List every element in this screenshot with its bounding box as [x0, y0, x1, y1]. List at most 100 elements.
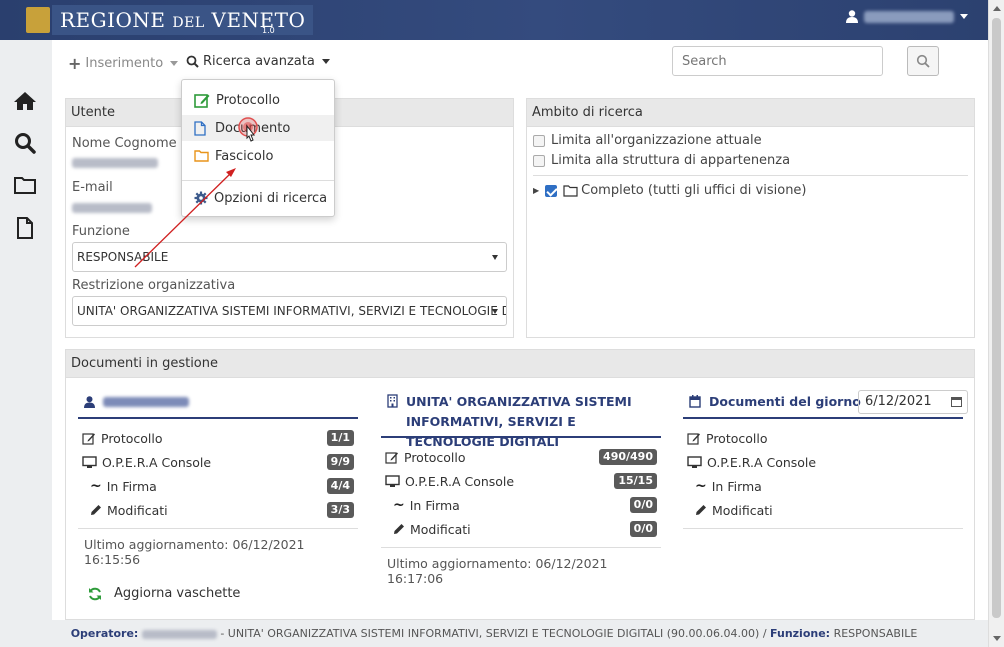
user-docs-column: Protocollo 1/1 O.P.E.R.A Console 9/9 ~ In… — [78, 386, 358, 567]
monitor-icon — [82, 455, 97, 468]
user-menu[interactable] — [846, 10, 968, 23]
inserimento-label: Inserimento — [85, 56, 164, 71]
menu-item-opzioni[interactable]: Opzioni di ricerca — [182, 185, 334, 211]
ambito-panel: Ambito di ricerca Limita all'organizzazi… — [526, 98, 975, 338]
date-value: 6/12/2021 — [865, 394, 932, 409]
signature-icon: ~ — [695, 478, 707, 494]
vertical-scrollbar[interactable] — [988, 0, 1004, 647]
footer-unit: - UNITA' ORGANIZZATIVA SISTEMI INFORMATI… — [220, 627, 767, 640]
search-icon[interactable] — [12, 130, 38, 156]
col2-protocollo-row[interactable]: Protocollo 490/490 — [385, 445, 661, 469]
edit-icon — [82, 432, 95, 445]
user-name-blurred — [864, 10, 954, 23]
nome-label: Nome Cognome — [72, 136, 177, 151]
divider — [182, 180, 334, 181]
menu-item-fascicolo[interactable]: Fascicolo — [182, 143, 334, 169]
col1-updated: Ultimo aggiornamento: 06/12/2021 16:15:5… — [84, 537, 305, 567]
unit-docs-column: UNITA' ORGANIZZATIVA SISTEMI INFORMATIVI… — [381, 386, 661, 586]
ricerca-avanzata-label: Ricerca avanzata — [203, 54, 315, 69]
pencil-icon — [394, 524, 404, 534]
scroll-down-icon[interactable] — [993, 636, 1001, 641]
monitor-icon — [687, 455, 702, 468]
unit-docs-title: UNITA' ORGANIZZATIVA SISTEMI INFORMATIVI… — [406, 394, 632, 449]
search-button[interactable] — [907, 46, 939, 76]
footer-funzione-value: RESPONSABILE — [833, 627, 918, 640]
ambito-title: Ambito di ricerca — [527, 99, 974, 127]
document-icon[interactable] — [12, 215, 38, 241]
inserimento-menu[interactable]: + Inserimento — [68, 54, 179, 73]
pencil-icon — [91, 505, 101, 515]
col1-firma-row[interactable]: ~ In Firma 4/4 — [82, 474, 358, 498]
folder-icon — [563, 184, 578, 197]
unit-docs-header: UNITA' ORGANIZZATIVA SISTEMI INFORMATIVI… — [381, 386, 661, 449]
edit-icon — [194, 93, 210, 108]
col3-protocollo-row[interactable]: Protocollo — [687, 426, 963, 450]
app-version: 1.0 — [262, 26, 275, 35]
brand-end: VENETO — [211, 8, 306, 32]
signature-icon: ~ — [90, 478, 102, 494]
tree-completo[interactable]: ▶ Completo (tutti gli uffici di visione) — [533, 183, 807, 198]
folder-icon — [194, 150, 209, 162]
operatore-name-blurred — [141, 629, 217, 639]
col1-modificati-row[interactable]: Modificati 3/3 — [82, 498, 358, 522]
caret-down-icon — [492, 255, 498, 260]
folder-icon[interactable] — [12, 172, 38, 198]
refresh-label: Aggiorna vaschette — [114, 586, 241, 601]
top-bar: REGIONE DEL VENETO 1.0 — [0, 0, 988, 40]
limita-struttura[interactable]: Limita alla struttura di appartenenza — [533, 153, 790, 168]
count-badge: 9/9 — [326, 454, 354, 470]
col3-modificati-row[interactable]: Modificati — [687, 498, 963, 522]
col3-firma-row[interactable]: ~ In Firma — [687, 474, 963, 498]
user-name-blurred — [103, 396, 189, 407]
date-picker[interactable]: 6/12/2021 — [858, 390, 968, 414]
checkbox-checked[interactable] — [545, 184, 558, 197]
status-footer: Operatore: - UNITA' ORGANIZZATIVA SISTEM… — [0, 620, 988, 647]
limita-organizzazione[interactable]: Limita all'organizzazione attuale — [533, 133, 762, 148]
brand-main: REGIONE — [60, 8, 166, 32]
user-icon — [846, 10, 858, 23]
day-docs-column: Documenti del giorno 6/12/2021 Protocoll… — [683, 386, 968, 529]
restrizione-select[interactable]: UNITA' ORGANIZZATIVA SISTEMI INFORMATIVI… — [72, 296, 507, 326]
user-icon — [84, 395, 95, 408]
funzione-label: Funzione — [72, 224, 130, 239]
nome-value-blurred — [72, 158, 158, 168]
col1-protocollo-row[interactable]: Protocollo 1/1 — [82, 426, 358, 450]
divider — [533, 175, 968, 176]
region-logo — [26, 7, 50, 33]
search-input[interactable] — [672, 46, 883, 76]
plus-icon: + — [68, 54, 82, 73]
restrizione-label: Restrizione organizzativa — [72, 278, 236, 293]
col2-firma-row[interactable]: ~ In Firma 0/0 — [385, 493, 661, 517]
search-icon — [186, 55, 199, 68]
pencil-icon — [696, 505, 706, 515]
left-nav — [0, 40, 52, 620]
calendar-icon[interactable] — [951, 396, 962, 407]
refresh-icon — [89, 587, 101, 600]
scroll-up-icon[interactable] — [993, 6, 1001, 11]
ricerca-avanzata-menu[interactable]: Ricerca avanzata — [186, 54, 330, 69]
col2-updated: Ultimo aggiornamento: 06/12/2021 16:17:0… — [387, 556, 608, 586]
col2-modificati-row[interactable]: Modificati 0/0 — [385, 517, 661, 541]
tree-expand-icon[interactable]: ▶ — [533, 186, 539, 195]
home-icon[interactable] — [12, 88, 38, 114]
email-label: E-mail — [72, 180, 113, 195]
menu-item-protocollo[interactable]: Protocollo — [182, 87, 334, 113]
checkbox[interactable] — [533, 154, 545, 167]
col1-console-row[interactable]: O.P.E.R.A Console 9/9 — [82, 450, 358, 474]
aggiorna-vaschette-button[interactable]: Aggiorna vaschette — [88, 586, 240, 601]
col2-console-row[interactable]: O.P.E.R.A Console 15/15 — [385, 469, 661, 493]
scroll-thumb[interactable] — [992, 18, 1001, 618]
funzione-value: RESPONSABILE — [77, 250, 169, 264]
funzione-select[interactable]: RESPONSABILE — [72, 242, 507, 272]
count-badge: 4/4 — [326, 478, 354, 494]
ricerca-dropdown-menu: Protocollo Documento Fascicolo Opzioni d… — [181, 79, 335, 217]
divider — [683, 528, 963, 529]
file-icon — [194, 120, 206, 136]
col3-console-row[interactable]: O.P.E.R.A Console — [687, 450, 963, 474]
opt1-label: Limita all'organizzazione attuale — [551, 133, 762, 148]
checkbox[interactable] — [533, 134, 545, 147]
day-docs-title: Documenti del giorno — [709, 394, 861, 409]
count-badge: 15/15 — [614, 473, 657, 489]
count-badge: 1/1 — [326, 430, 354, 446]
count-badge: 0/0 — [629, 497, 657, 513]
